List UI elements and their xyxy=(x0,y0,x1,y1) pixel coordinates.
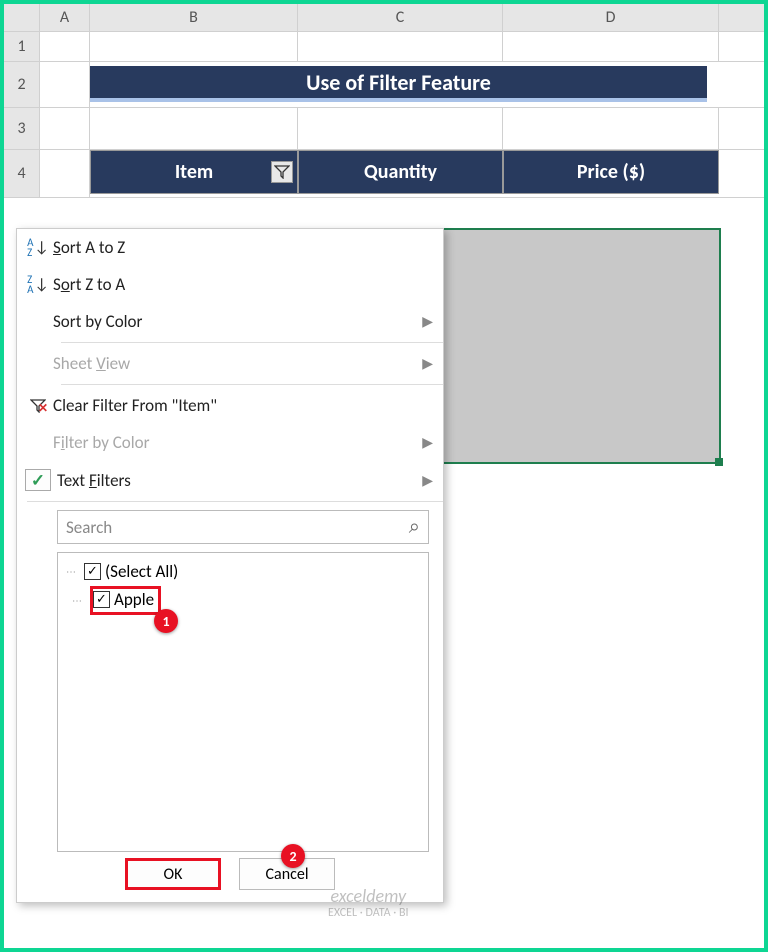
cell-B1[interactable] xyxy=(90,32,298,61)
funnel-icon xyxy=(274,165,290,179)
row-header-3[interactable]: 3 xyxy=(4,108,40,149)
cell-D3[interactable] xyxy=(503,108,719,149)
sort-za-icon: ZA↓ xyxy=(27,275,49,294)
apple-item[interactable]: ✓ Apple xyxy=(90,586,161,615)
select-all-item[interactable]: ⋯ ✓ (Select All) xyxy=(66,559,420,584)
cell-A4[interactable] xyxy=(40,150,90,197)
sort-a-to-z[interactable]: AZ↓ SSort A to Zort A to Z xyxy=(17,229,443,266)
search-placeholder: Search xyxy=(66,517,409,538)
row-header-4[interactable]: 4 xyxy=(4,150,40,197)
filter-values-list[interactable]: ⋯ ✓ (Select All) ⋯ ✓ Apple 1 xyxy=(57,552,429,852)
sheet-view: Sheet ViewSheet View ▶ xyxy=(17,345,443,382)
callout-2: 2 xyxy=(281,844,305,868)
col-header-A[interactable]: A xyxy=(40,4,90,31)
col-header-D[interactable]: D xyxy=(503,4,719,31)
cell-D1[interactable] xyxy=(503,32,719,61)
header-price[interactable]: Price ($) xyxy=(503,150,719,194)
cell-A3[interactable] xyxy=(40,108,90,149)
cell-A2[interactable] xyxy=(40,62,90,107)
filter-button-item[interactable] xyxy=(271,161,293,183)
chevron-right-icon: ▶ xyxy=(422,313,433,330)
text-filters[interactable]: ✓ Text FiltersText Filters ▶ xyxy=(17,461,443,499)
header-item[interactable]: Item xyxy=(90,150,298,194)
header-item-label: Item xyxy=(175,160,213,184)
cell-C1[interactable] xyxy=(298,32,503,61)
filter-menu: AZ↓ SSort A to Zort A to Z ZA↓ SoSort Z … xyxy=(16,228,444,903)
merged-title[interactable]: Use of Filter Feature xyxy=(90,66,707,102)
select-all-corner[interactable] xyxy=(4,4,40,31)
ok-button[interactable]: OK xyxy=(125,858,221,890)
clear-filter-icon: ✕ xyxy=(30,399,46,413)
cell-A1[interactable] xyxy=(40,32,90,61)
chevron-right-icon: ▶ xyxy=(422,434,433,451)
col-header-B[interactable]: B xyxy=(90,4,298,31)
header-price-label: Price ($) xyxy=(577,160,645,184)
search-icon: ⌕ xyxy=(409,515,420,539)
row-header-2[interactable]: 2 xyxy=(4,62,40,107)
row-header-1[interactable]: 1 xyxy=(4,32,40,61)
filter-by-color: Filter by ColorFilter by Color ▶ xyxy=(17,424,443,461)
column-headers: A B C D xyxy=(4,4,764,32)
checkbox-apple[interactable]: ✓ xyxy=(93,591,110,608)
apple-label: Apple xyxy=(114,589,154,610)
sort-by-color[interactable]: Sort by Color ▶ xyxy=(17,303,443,340)
sort-z-to-a[interactable]: ZA↓ SoSort Z to Art Z to A xyxy=(17,266,443,303)
cell-C3[interactable] xyxy=(298,108,503,149)
checkbox-select-all[interactable]: ✓ xyxy=(84,563,101,580)
check-icon: ✓ xyxy=(25,469,51,491)
header-quantity[interactable]: Quantity xyxy=(298,150,503,194)
clear-filter[interactable]: ✕ Clear Filter From "Item" xyxy=(17,387,443,424)
chevron-right-icon: ▶ xyxy=(422,355,433,372)
watermark: exceldemy EXCEL · DATA · BI xyxy=(328,887,409,920)
header-quantity-label: Quantity xyxy=(364,160,437,184)
selection-handle[interactable] xyxy=(715,458,723,466)
select-all-label: (Select All) xyxy=(105,561,178,582)
col-header-C[interactable]: C xyxy=(298,4,503,31)
chevron-right-icon: ▶ xyxy=(422,472,433,489)
filter-search-input[interactable]: Search ⌕ xyxy=(57,510,429,544)
callout-1: 1 xyxy=(154,609,178,633)
sort-az-icon: AZ↓ xyxy=(27,238,49,257)
cell-B3[interactable] xyxy=(90,108,298,149)
